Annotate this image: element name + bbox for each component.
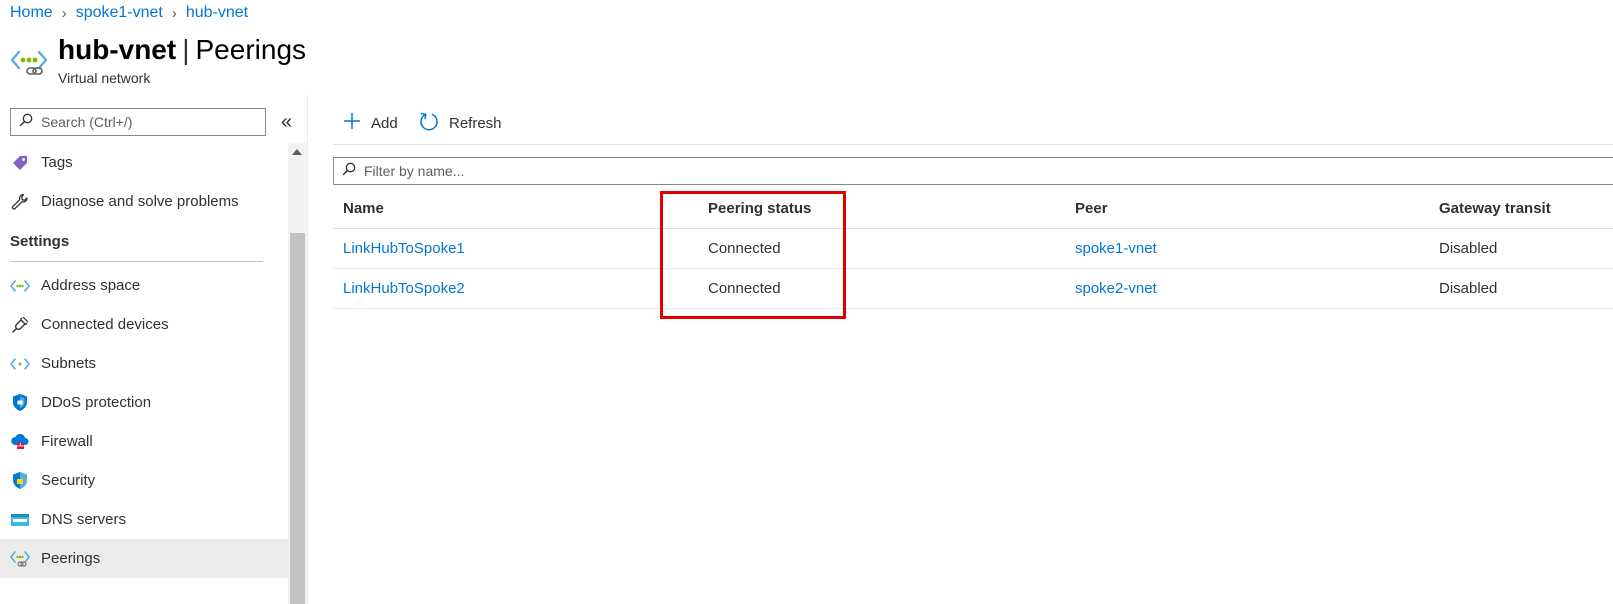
search-icon — [19, 113, 33, 132]
filter-box[interactable] — [333, 157, 1613, 185]
plus-icon — [343, 112, 371, 134]
nav-section-settings: Settings — [10, 232, 70, 250]
nav-item-ddos-protection[interactable]: DDoS protection — [0, 383, 288, 422]
ddos-shield-icon — [10, 393, 30, 413]
collapse-nav-button[interactable]: « — [281, 110, 292, 134]
subnet-icon — [10, 354, 30, 374]
peer-vnet-link[interactable]: spoke2-vnet — [1075, 269, 1157, 308]
peering-status-cell: Connected — [708, 240, 781, 257]
nav-item-label: Security — [41, 472, 96, 489]
page-title: hub-vnet | Peerings — [58, 33, 306, 67]
nav-item-connected-devices[interactable]: Connected devices — [0, 305, 288, 344]
column-header-peering-status[interactable]: Peering status — [708, 188, 811, 228]
column-header-name[interactable]: Name — [343, 188, 384, 228]
search-icon — [342, 162, 356, 181]
nav-item-label: Subnets — [41, 355, 97, 372]
nav-item-peerings[interactable]: Peerings — [0, 539, 288, 578]
gateway-transit-cell: Disabled — [1439, 240, 1498, 257]
nav-item-label: Connected devices — [41, 316, 169, 333]
plug-icon — [10, 315, 30, 335]
tag-icon — [10, 153, 30, 173]
refresh-icon — [419, 111, 449, 135]
peering-name-link[interactable]: LinkHubToSpoke1 — [343, 229, 465, 268]
gateway-transit-cell: Disabled — [1439, 280, 1498, 297]
peering-name-link[interactable]: LinkHubToSpoke2 — [343, 269, 465, 308]
nav-search-input[interactable] — [39, 113, 265, 131]
peering-status-cell: Connected — [708, 280, 781, 297]
nav-item-label: Peerings — [41, 550, 101, 567]
nav-item-label: DNS servers — [41, 511, 127, 528]
table-header: Name Peering status Peer Gateway transit — [333, 188, 1613, 229]
resource-name: hub-vnet — [58, 34, 177, 65]
command-bar-divider — [333, 144, 1613, 145]
blade-name: Peerings — [195, 34, 307, 65]
nav-item-label: Address space — [41, 277, 141, 294]
refresh-button-label: Refresh — [449, 114, 502, 132]
page-subtitle: Virtual network — [58, 70, 151, 86]
nav-item-dns-servers[interactable]: DNS servers — [0, 500, 288, 539]
breadcrumb-spoke1-vnet[interactable]: spoke1-vnet — [76, 4, 163, 22]
filter-input[interactable] — [362, 162, 1613, 180]
nav-item-diagnose[interactable]: Diagnose and solve problems — [0, 182, 288, 221]
nav-item-label: DDoS protection — [41, 394, 152, 411]
nav-item-label: Diagnose and solve problems — [41, 193, 239, 210]
table-row[interactable]: LinkHubToSpoke2 Connected spoke2-vnet Di… — [333, 269, 1613, 309]
nav-item-tags[interactable]: Tags — [0, 143, 288, 182]
column-header-peer[interactable]: Peer — [1075, 188, 1108, 228]
column-header-gateway-transit[interactable]: Gateway transit — [1439, 188, 1551, 228]
peer-vnet-link[interactable]: spoke1-vnet — [1075, 229, 1157, 268]
breadcrumb-home[interactable]: Home — [10, 4, 53, 22]
title-separator: | — [182, 34, 190, 65]
add-button[interactable]: Add — [343, 110, 398, 136]
address-space-icon — [10, 276, 30, 296]
virtual-network-icon — [10, 44, 48, 82]
breadcrumb-hub-vnet[interactable]: hub-vnet — [186, 4, 248, 22]
chevron-right-icon: › — [61, 4, 67, 22]
chevron-right-icon: › — [171, 4, 177, 22]
nav-scrollbar[interactable] — [288, 143, 307, 604]
nav-section-divider — [10, 261, 263, 262]
blade-divider — [307, 95, 308, 604]
nav-item-security[interactable]: Security — [0, 461, 288, 500]
wrench-icon — [10, 192, 30, 212]
peerings-table: Name Peering status Peer Gateway transit… — [333, 188, 1613, 309]
nav-item-subnets[interactable]: Subnets — [0, 344, 288, 383]
nav-item-firewall[interactable]: Firewall — [0, 422, 288, 461]
nav-search-box[interactable] — [10, 108, 266, 136]
refresh-button[interactable]: Refresh — [419, 110, 502, 136]
add-button-label: Add — [371, 114, 398, 132]
nav-item-address-space[interactable]: Address space — [0, 266, 288, 305]
nav-item-label: Tags — [41, 154, 73, 171]
nav-item-label: Firewall — [41, 433, 93, 450]
firewall-icon — [10, 432, 30, 452]
security-shield-icon — [10, 471, 30, 491]
scroll-up-arrow-icon[interactable] — [292, 149, 302, 155]
breadcrumb: Home › spoke1-vnet › hub-vnet — [10, 2, 248, 24]
resource-menu: Tags Diagnose and solve problems Setting… — [0, 143, 288, 578]
scrollbar-thumb[interactable] — [290, 233, 305, 604]
table-row[interactable]: LinkHubToSpoke1 Connected spoke1-vnet Di… — [333, 229, 1613, 269]
peerings-icon — [10, 549, 30, 569]
dns-icon — [10, 510, 30, 530]
